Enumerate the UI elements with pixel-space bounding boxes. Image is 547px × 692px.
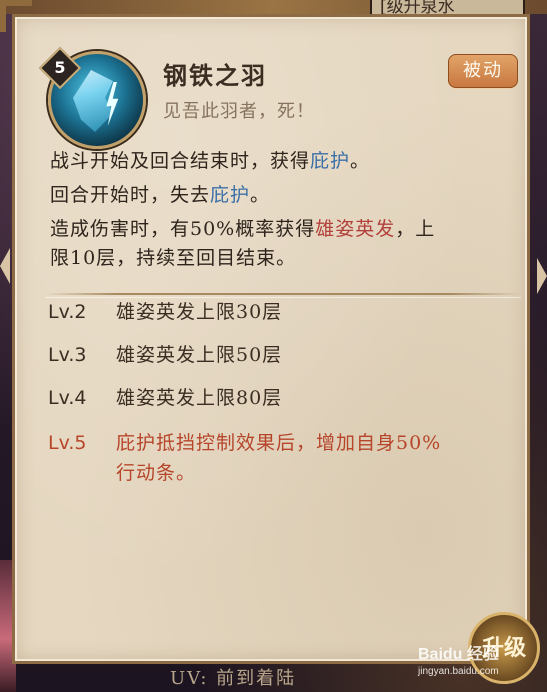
- keyword-heroic-spirit[interactable]: 雄姿英发: [315, 218, 395, 240]
- upgrade-text: 雄姿英发上限30层: [116, 301, 283, 323]
- skill-quote: 见吾此羽者，死！: [163, 101, 315, 122]
- skill-level-number: 5: [54, 58, 66, 77]
- upgrade-text-line: 庇护抵挡控制效果后，增加自身50%: [116, 432, 442, 454]
- watermark-sub: jingyan.baidu.com: [418, 666, 499, 677]
- description-line-1: 战斗开始及回合结束时，获得庇护。: [50, 148, 520, 174]
- description-line-4: 限10层，持续至回目结束。: [50, 247, 297, 269]
- skill-detail-panel: 5 钢铁之羽 见吾此羽者，死！ 被动 战斗开始及回合结束时，获得庇护。 回合开始…: [12, 14, 530, 664]
- upgrade-level: Lv.2: [48, 301, 87, 323]
- desc-text: 。: [350, 150, 371, 172]
- desc-text: 造成伤害时，有50%概率获得: [50, 218, 316, 240]
- upgrade-level: Lv.3: [48, 344, 87, 366]
- bottom-caption: UV: 前到着陆: [170, 668, 297, 689]
- wing-shape: [73, 70, 113, 132]
- passive-type-tag: 被动: [448, 54, 518, 88]
- watermark: Baidu 经验 jingyan.baidu.com: [418, 640, 499, 677]
- upgrade-level: Lv.4: [48, 387, 87, 409]
- next-arrow-icon[interactable]: [537, 258, 547, 294]
- keyword-shelter[interactable]: 庇护: [310, 150, 350, 172]
- desc-text: ，上: [395, 218, 436, 240]
- upgrade-level: Lv.5: [48, 432, 87, 454]
- desc-text: 。: [250, 184, 271, 206]
- section-divider: [45, 293, 521, 295]
- desc-text: 战斗开始及回合结束时，获得: [50, 150, 311, 172]
- keyword-shelter[interactable]: 庇护: [210, 184, 250, 206]
- prev-arrow-icon[interactable]: [0, 248, 10, 284]
- upgrade-text-line: 行动条。: [116, 462, 197, 484]
- watermark-main: Baidu 经验: [418, 646, 499, 663]
- description-line-3: 造成伤害时，有50%概率获得雄姿英发，上: [50, 216, 520, 242]
- desc-text: 回合开始时，失去: [50, 184, 211, 206]
- description-line-2: 回合开始时，失去庇护。: [50, 182, 520, 208]
- upgrade-text: 雄姿英发上限50层: [116, 344, 283, 366]
- upgrade-text: 雄姿英发上限80层: [116, 387, 283, 409]
- upgrade-text: 庇护抵挡控制效果后，增加自身50% 行动条。: [116, 428, 516, 488]
- skill-name: 钢铁之羽: [163, 61, 267, 90]
